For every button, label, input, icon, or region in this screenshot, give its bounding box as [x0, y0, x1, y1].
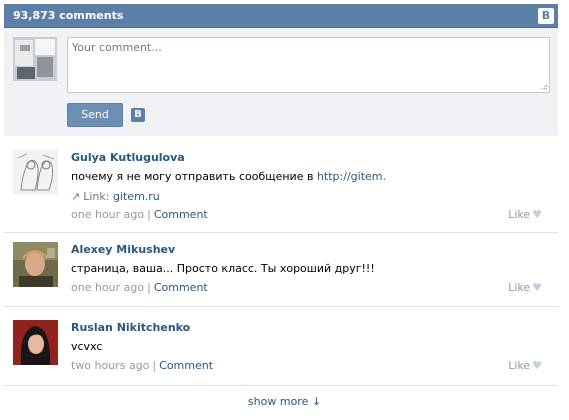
heart-icon: ♥	[532, 281, 542, 294]
link-prefix: Link:	[83, 190, 113, 203]
avatar[interactable]	[13, 150, 58, 195]
comment-divider	[4, 232, 558, 233]
comment-time[interactable]: two hours ago	[71, 359, 149, 372]
like-button[interactable]: Like ♥	[508, 208, 542, 221]
vk-logo-icon[interactable]: В	[538, 8, 554, 24]
reply-link[interactable]: Comment	[154, 281, 208, 294]
comment-text-body: почему я не могу отправить сообщение в	[71, 170, 317, 183]
avatar[interactable]	[13, 320, 58, 365]
comment-input[interactable]	[67, 37, 550, 93]
author-name[interactable]: Gulya Kutlugulova	[71, 151, 185, 164]
comment-text: страница, ваша... Просто класс. Ты хорош…	[71, 262, 375, 275]
comment-text: vcvxc	[71, 340, 103, 353]
comment-divider	[4, 385, 558, 386]
comment-meta: one hour ago | Comment	[71, 281, 208, 294]
comment-inline-link[interactable]: http://gitem.ru/gdz/6	[317, 170, 386, 183]
send-button[interactable]: Send	[67, 103, 123, 127]
heart-icon: ♥	[532, 208, 542, 221]
like-button[interactable]: Like ♥	[508, 281, 542, 294]
current-user-avatar	[13, 37, 57, 81]
resize-grip-icon[interactable]	[540, 83, 548, 91]
like-button[interactable]: Like ♥	[508, 359, 542, 372]
like-label: Like	[508, 359, 531, 372]
comment-text: почему я не могу отправить сообщение в h…	[71, 170, 386, 183]
show-more-link[interactable]: show more ↓	[0, 395, 569, 408]
reply-link[interactable]: Comment	[154, 208, 208, 221]
comment-item: Gulya Kutlugulova почему я не могу отпра…	[4, 150, 558, 230]
meta-separator: |	[147, 281, 151, 294]
comment-divider	[4, 306, 558, 307]
avatar[interactable]	[13, 242, 58, 287]
comment-time[interactable]: one hour ago	[71, 208, 144, 221]
heart-icon: ♥	[532, 359, 542, 372]
meta-separator: |	[147, 208, 151, 221]
like-label: Like	[508, 208, 531, 221]
author-name[interactable]: Alexey Mikushev	[71, 243, 175, 256]
comments-header: 93,873 comments В	[4, 4, 558, 28]
attached-link: ↗ Link: gitem.ru	[71, 190, 160, 203]
comment-count: 93,873 comments	[13, 9, 124, 22]
like-label: Like	[508, 281, 531, 294]
author-name[interactable]: Ruslan Nikitchenko	[71, 321, 190, 334]
reply-link[interactable]: Comment	[159, 359, 213, 372]
meta-separator: |	[152, 359, 157, 372]
comment-item: Ruslan Nikitchenko vcvxc two hours ago | C…	[4, 320, 558, 380]
comment-time[interactable]: one hour ago	[71, 281, 144, 294]
comment-compose: Send В	[4, 28, 558, 136]
comment-item: Alexey Mikushev страница, ваша... Просто…	[4, 242, 558, 302]
comment-meta: one hour ago | Comment	[71, 208, 208, 221]
link-arrow-icon: ↗	[71, 190, 81, 203]
comment-meta: two hours ago | Comment	[71, 359, 213, 372]
attached-link-url[interactable]: gitem.ru	[113, 190, 160, 203]
vk-share-icon[interactable]: В	[131, 108, 145, 122]
